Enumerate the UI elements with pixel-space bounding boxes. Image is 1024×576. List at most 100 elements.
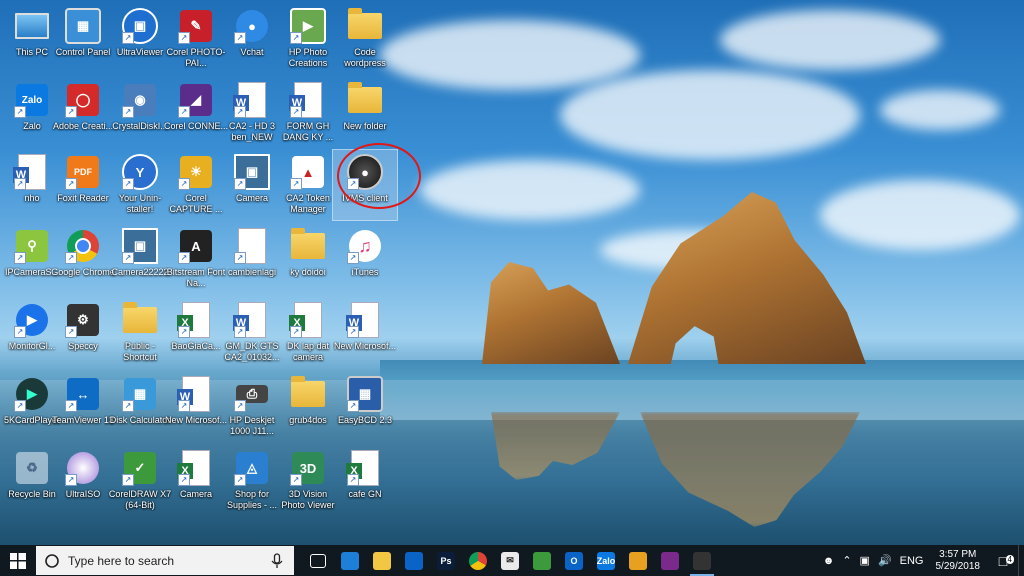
desktop-icon-ca2-token-manager[interactable]: ▲ ↗ CA2 Token Manager	[276, 150, 340, 220]
shortcut-arrow-icon: ↗	[290, 474, 302, 486]
taskbar-pin-outlook[interactable]: O	[558, 545, 590, 576]
coreldraw-icon: ✓ ↗	[122, 450, 158, 486]
control-panel-icon: ▦	[65, 8, 101, 44]
clock[interactable]: 3:57 PM 5/29/2018	[928, 549, 989, 573]
desktop-icon-label: TeamViewer 13	[52, 415, 114, 425]
shortcut-arrow-icon: ↗	[122, 400, 134, 412]
coreldraw-icon	[533, 551, 551, 570]
microphone-icon[interactable]	[270, 552, 284, 569]
taskbar-pin-photoshop[interactable]: Ps	[430, 545, 462, 576]
desktop-icon-bitstream-font-navigator[interactable]: A ↗ Bitstream Font Na...	[164, 224, 228, 294]
desktop-icon-label: Shop for Supplies - ...	[226, 489, 278, 510]
word-document-icon: W ↗	[233, 302, 270, 338]
desktop-icon-camera-image[interactable]: ▣ ↗ Camera	[220, 150, 284, 220]
desktop[interactable]: This PC ▦ Control Panel ▣ ↗ UltraViewer ✎ ↗ Core…	[0, 0, 1024, 545]
taskbar-pin-chrome[interactable]	[462, 545, 494, 576]
desktop-icon-word-document[interactable]: W ↗ New Microsof...	[164, 372, 228, 442]
desktop-icon-control-panel[interactable]: ▦ Control Panel	[51, 4, 115, 74]
taskbar-pin-ivms-client[interactable]	[686, 545, 718, 576]
desktop-icon-excel-document[interactable]: X ↗ BaoGiaCa...	[164, 298, 228, 368]
desktop-icon-camera-image[interactable]: ▣ ↗ Camera22222	[108, 224, 172, 294]
language-indicator[interactable]: ENG	[896, 555, 928, 567]
desktop-icon-printer[interactable]: ⎙ ↗ HP Deskjet 1000 J11...	[220, 372, 284, 442]
desktop-icon-3d-vision[interactable]: 3D ↗ 3D Vision Photo Viewer	[276, 446, 340, 516]
desktop-icon-excel-document[interactable]: X ↗ Camera	[164, 446, 228, 516]
desktop-icon-label: Camera	[179, 489, 212, 499]
desktop-icon-label: New Microsof...	[164, 415, 227, 425]
desktop-icon-easybcd[interactable]: ▦ ↗ EasyBCD 2.3	[333, 372, 397, 442]
desktop-icon-label: CA2 Token Manager	[286, 193, 330, 214]
desktop-icon-crystaldiskinfo[interactable]: ◉ ↗ CrystalDiskI...	[108, 78, 172, 148]
desktop-icon-adobe-creative-cloud[interactable]: ◯ ↗ Adobe Creati...	[51, 78, 115, 148]
desktop-icon-speccy[interactable]: ⚙ ↗ Speccy	[51, 298, 115, 368]
desktop-icon-excel-document[interactable]: X ↗ DK lap dat camera	[276, 298, 340, 368]
desktop-icon-folder[interactable]: ky doidoi	[276, 224, 340, 294]
zalo-icon: Zalo	[597, 551, 615, 570]
desktop-icon-folder[interactable]: New folder	[333, 78, 397, 148]
photoshop-icon: Ps	[437, 551, 455, 570]
desktop-icon-word-document[interactable]: W ↗ New Microsof...	[333, 298, 397, 368]
desktop-icon-corel-connect[interactable]: ◢ ↗ Corel CONNE...	[164, 78, 228, 148]
excel-document-icon: X ↗	[289, 302, 326, 338]
desktop-icon-ultraviewer[interactable]: ▣ ↗ UltraViewer	[108, 4, 172, 74]
desktop-icon-corel-capture[interactable]: ☀ ↗ Corel CAPTURE ...	[164, 150, 228, 220]
desktop-icon-label: iTunes	[351, 267, 379, 277]
taskbar-search-box[interactable]: Type here to search	[36, 546, 294, 575]
monitor-icon: ▶ ↗	[14, 302, 50, 338]
speccy-icon: ⚙ ↗	[65, 302, 101, 338]
volume-icon[interactable]: 🔊	[874, 554, 896, 567]
desktop-icon-vchat[interactable]: ● ↗ Vchat	[220, 4, 284, 74]
ipcamera-search-icon: ⚲ ↗	[14, 228, 50, 264]
desktop-icon-shop-supplies[interactable]: ◬ ↗ Shop for Supplies - ...	[220, 446, 284, 516]
show-desktop-button[interactable]	[1018, 545, 1024, 576]
desktop-icon-label: CorelDRAW X7 (64-Bit)	[108, 489, 172, 510]
desktop-icon-text-document[interactable]: ↗ cambienlagi	[220, 224, 284, 294]
desktop-icon-teamviewer[interactable]: ↔ ↗ TeamViewer 13	[51, 372, 115, 442]
taskbar-pin-mail[interactable]: ✉	[494, 545, 526, 576]
taskbar-pin-store[interactable]	[398, 545, 430, 576]
clock-date: 5/29/2018	[935, 560, 981, 572]
taskbar-pin-coreldraw[interactable]	[526, 545, 558, 576]
action-center-button[interactable]: □ 4	[988, 553, 1018, 569]
desktop-icon-hp-photo-creations[interactable]: ▶ ↗ HP Photo Creations	[276, 4, 340, 74]
search-icon	[45, 553, 59, 568]
shortcut-arrow-icon: ↗	[14, 252, 26, 264]
desktop-icon-excel-document[interactable]: X ↗ cafe GN	[333, 446, 397, 516]
desktop-icon-folder[interactable]: Code wordpress	[333, 4, 397, 74]
bitstream-font-navigator-icon: A ↗	[178, 228, 214, 264]
shortcut-arrow-icon: ↗	[178, 252, 190, 264]
itunes-icon: ♫ ↗	[347, 228, 383, 264]
start-button[interactable]	[0, 545, 36, 576]
desktop-icon-label: grub4dos	[289, 415, 327, 425]
taskbar-pin-paint[interactable]	[622, 545, 654, 576]
taskbar-pin-edge[interactable]	[334, 545, 366, 576]
taskbar-pin-file-explorer[interactable]	[366, 545, 398, 576]
zalo-icon: Zalo ↗	[14, 82, 50, 118]
desktop-icon-chrome[interactable]: ↗ Google Chrome	[51, 224, 115, 294]
shortcut-arrow-icon: ↗	[234, 474, 246, 486]
shortcut-arrow-icon: ↗	[178, 106, 190, 118]
desktop-icon-label: Adobe Creati...	[52, 121, 114, 131]
desktop-icon-coreldraw[interactable]: ✓ ↗ CorelDRAW X7 (64-Bit)	[108, 446, 172, 516]
red-highlight-circle	[337, 143, 421, 209]
desktop-icon-your-uninstaller[interactable]: Y ↗ Your Unin-staller!	[108, 150, 172, 220]
people-icon[interactable]: ☻	[819, 555, 839, 567]
desktop-icon-label: EasyBCD 2.3	[337, 415, 393, 425]
taskbar-pin-task-view[interactable]	[302, 545, 334, 576]
desktop-icon-folder[interactable]: grub4dos	[276, 372, 340, 442]
desktop-icon-label: CrystalDiskI...	[112, 121, 168, 131]
desktop-icon-itunes[interactable]: ♫ ↗ iTunes	[333, 224, 397, 294]
shortcut-arrow-icon: ↗	[234, 326, 246, 338]
desktop-icon-folder[interactable]: Public - Shortcut	[108, 298, 172, 368]
desktop-icon-foxit-reader[interactable]: PDF ↗ Foxit Reader	[51, 150, 115, 220]
desktop-icon-disk-calculator[interactable]: ▦ ↗ Disk Calculator	[108, 372, 172, 442]
desktop-icon-corel-photo-paint[interactable]: ✎ ↗ Corel PHOTO-PAI...	[164, 4, 228, 74]
network-icon[interactable]: ▣	[856, 554, 874, 567]
show-hidden-icons-chevron-icon[interactable]: ⌃	[838, 554, 855, 567]
desktop-icon-word-document[interactable]: W ↗ GM_DK GTS CA2_01032...	[220, 298, 284, 368]
taskbar-pin-winrar[interactable]	[654, 545, 686, 576]
desktop-icon-ultraiso[interactable]: ↗ UltraISO	[51, 446, 115, 516]
desktop-icon-word-document[interactable]: W ↗ FORM GH DANG KY ...	[276, 78, 340, 148]
desktop-icon-word-document[interactable]: W ↗ CA2 - HD 3 ben_NEW	[220, 78, 284, 148]
taskbar-pin-zalo[interactable]: Zalo	[590, 545, 622, 576]
